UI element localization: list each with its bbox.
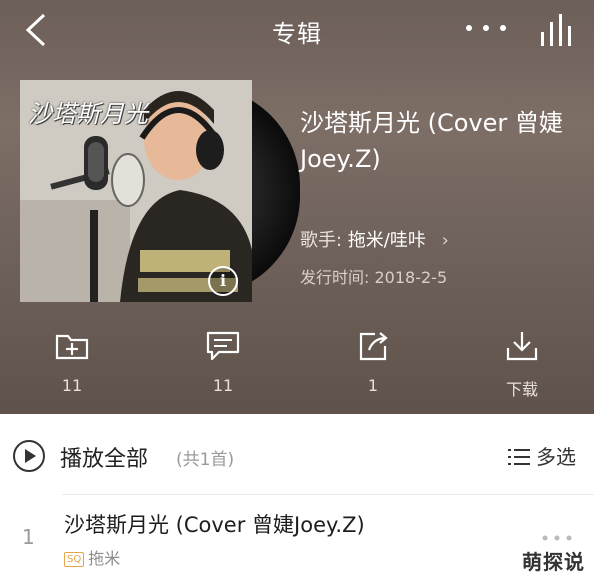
album-cover[interactable]: 沙塔斯月光 i	[20, 80, 300, 302]
download-button[interactable]: 下载	[482, 330, 562, 400]
collect-button[interactable]: 11	[32, 330, 112, 395]
play-all-label[interactable]: 播放全部	[60, 441, 148, 473]
cover-title: 沙塔斯月光	[28, 100, 148, 128]
track-count: (共1首)	[176, 450, 235, 470]
singer-name: 拖米/哇咔	[347, 230, 426, 251]
song-more-button[interactable]	[540, 529, 574, 541]
singer-label: 歌手:	[300, 230, 343, 251]
sq-badge: SQ	[64, 552, 85, 567]
top-bar: 专辑	[0, 0, 594, 60]
singer-link[interactable]: 歌手: 拖米/哇咔 ›	[300, 226, 449, 252]
share-button[interactable]: 1	[333, 330, 413, 395]
more-button[interactable]	[463, 18, 509, 38]
album-name: 沙塔斯月光 (Cover 曾婕Joey.Z)	[300, 109, 563, 173]
share-icon	[359, 332, 388, 361]
comment-count: 11	[212, 376, 234, 395]
play-circle-icon	[13, 440, 45, 472]
now-playing-button[interactable]	[538, 12, 578, 48]
song-artist: 拖米	[88, 549, 121, 568]
release-info: 发行时间: 2018-2-5	[300, 264, 447, 288]
add-folder-icon	[55, 334, 89, 360]
multi-select-button[interactable]: 多选	[508, 441, 576, 470]
download-icon	[506, 332, 538, 361]
more-dots-icon	[542, 535, 572, 541]
release-date: 2018-2-5	[374, 268, 448, 287]
song-index: 1	[22, 525, 35, 549]
play-all-bar: 播放全部 (共1首) 多选	[0, 414, 594, 494]
song-title: 沙塔斯月光 (Cover 曾婕Joey.Z)	[64, 513, 365, 537]
cover-image: 沙塔斯月光 i	[20, 80, 252, 302]
song-subtitle: SQ 拖米	[64, 545, 120, 569]
comment-icon	[206, 331, 240, 361]
song-row[interactable]: 1 沙塔斯月光 (Cover 曾婕Joey.Z) SQ 拖米	[0, 495, 594, 582]
release-label: 发行时间:	[300, 268, 370, 287]
chevron-right-icon: ›	[441, 230, 449, 251]
multi-select-label: 多选	[536, 445, 576, 469]
download-label: 下载	[505, 380, 538, 399]
info-icon[interactable]: i	[208, 266, 238, 296]
action-bar: 11 11 1 下载	[0, 330, 594, 410]
list-icon	[508, 449, 530, 465]
more-dots-icon	[466, 25, 506, 31]
comment-button[interactable]: 11	[183, 330, 263, 395]
watermark: 萌探说	[522, 550, 585, 574]
play-all-button[interactable]	[12, 439, 46, 473]
album-hero: 专辑 沙塔斯月光 i 沙塔斯月光 (Cover 曾婕Joey.Z) 歌手: 拖米…	[0, 0, 594, 414]
collect-count: 11	[61, 376, 83, 395]
equalizer-icon	[541, 14, 571, 46]
share-count: 1	[367, 376, 379, 395]
